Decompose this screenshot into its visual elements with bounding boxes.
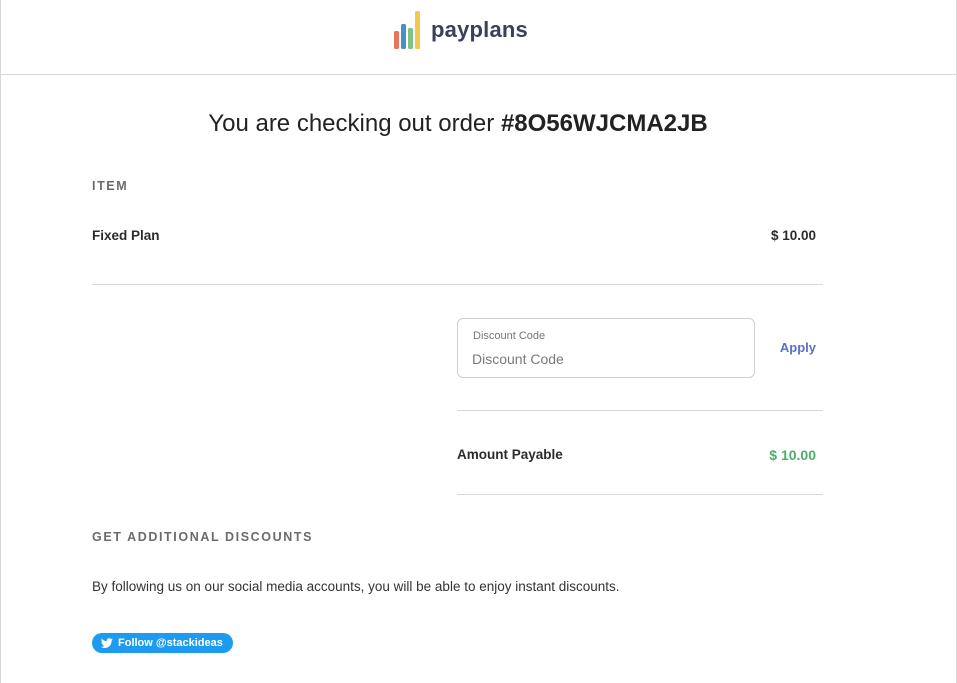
discount-code-label: Discount Code bbox=[473, 330, 546, 342]
payplans-logo[interactable]: payplans bbox=[394, 11, 528, 49]
checkout-title: You are checking out order #8O56WJCMA2JB bbox=[0, 110, 916, 138]
additional-discounts-label: GET ADDITIONAL DISCOUNTS bbox=[92, 530, 314, 544]
twitter-follow-label: Follow @stackideas bbox=[118, 637, 223, 649]
item-section-label: ITEM bbox=[92, 179, 129, 193]
discount-code-field[interactable]: Discount Code bbox=[457, 318, 755, 378]
brand-name: payplans bbox=[431, 17, 528, 42]
divider bbox=[457, 494, 823, 495]
amount-payable-value: $ 10.00 bbox=[769, 447, 816, 463]
amount-payable-label: Amount Payable bbox=[457, 447, 563, 462]
item-price: $ 10.00 bbox=[770, 228, 816, 243]
checkout-title-prefix: You are checking out order bbox=[208, 110, 501, 137]
divider bbox=[457, 410, 823, 411]
divider bbox=[92, 284, 823, 285]
twitter-bird-icon bbox=[101, 638, 113, 648]
twitter-follow-button[interactable]: Follow @stackideas bbox=[92, 633, 233, 653]
additional-discounts-description: By following us on our social media acco… bbox=[92, 579, 620, 594]
bar-chart-logo-icon bbox=[394, 11, 420, 49]
apply-button[interactable]: Apply bbox=[780, 340, 816, 355]
discount-code-input[interactable] bbox=[472, 349, 742, 369]
item-name: Fixed Plan bbox=[92, 228, 160, 243]
order-id: #8O56WJCMA2JB bbox=[500, 110, 708, 137]
site-header: payplans bbox=[0, 0, 957, 75]
